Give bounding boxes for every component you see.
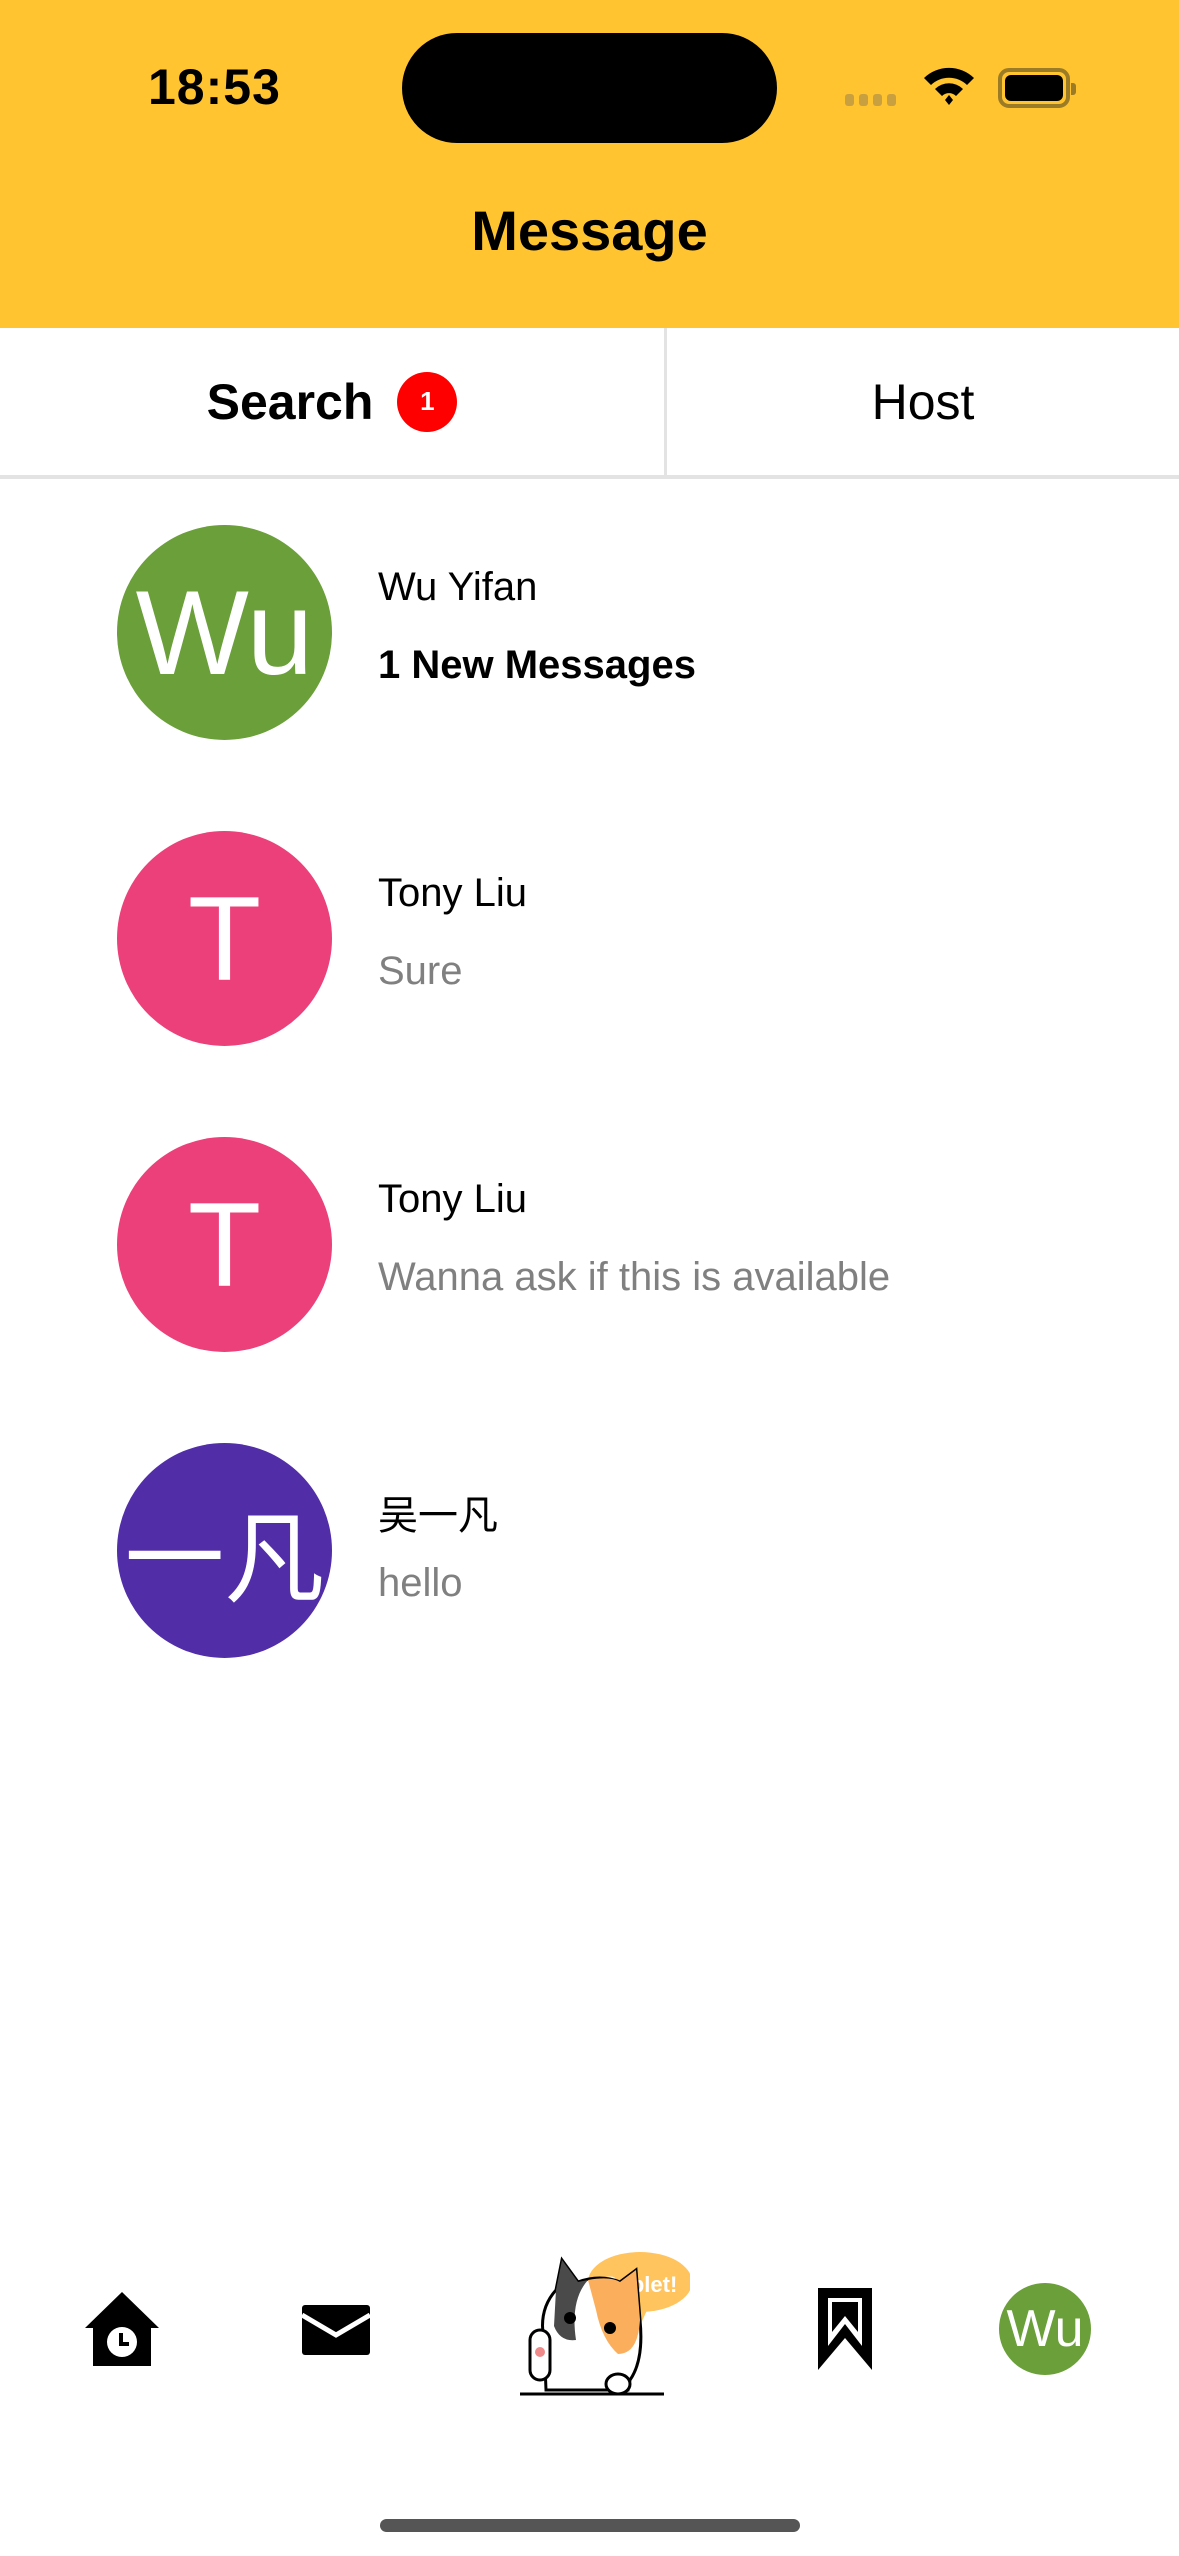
conversation-item[interactable]: T Tony Liu Wanna ask if this is availabl… xyxy=(0,1137,1179,1377)
bottom-nav: Sublet! Wu xyxy=(0,2220,1179,2440)
tab-bar: Search 1 Host xyxy=(0,328,1179,479)
page-title: Message xyxy=(471,199,708,262)
tab-label: Search xyxy=(206,373,374,430)
wifi-icon xyxy=(924,67,974,105)
avatar: Wu xyxy=(117,525,332,740)
avatar: T xyxy=(117,831,332,1046)
sublet-cat-logo[interactable]: Sublet! xyxy=(510,2230,692,2415)
header: 18:53 Message xyxy=(0,0,1179,328)
conversation-item[interactable]: 一凡 吴一凡 hello xyxy=(0,1443,1179,1683)
dynamic-island xyxy=(402,33,777,143)
contact-name: Tony Liu xyxy=(378,871,527,915)
cellular-signal-icon xyxy=(845,94,896,106)
conversation-item[interactable]: T Tony Liu Sure xyxy=(0,831,1179,1071)
conversation-item[interactable]: Wu Wu Yifan 1 New Messages xyxy=(0,525,1179,765)
avatar: 一凡 xyxy=(117,1443,332,1658)
battery-icon xyxy=(998,68,1076,108)
home-icon[interactable] xyxy=(83,2290,161,2373)
mail-icon[interactable] xyxy=(300,2305,372,2360)
message-preview: Wanna ask if this is available xyxy=(378,1255,891,1299)
profile-avatar[interactable]: Wu xyxy=(999,2283,1091,2375)
contact-name: 吴一凡 xyxy=(378,1494,498,1538)
contact-name: Wu Yifan xyxy=(378,565,538,609)
tab-search[interactable]: Search 1 xyxy=(0,328,667,475)
tab-label: Host xyxy=(871,373,975,430)
unread-badge: 1 xyxy=(397,371,458,432)
home-indicator[interactable] xyxy=(380,2519,800,2532)
message-preview: hello xyxy=(378,1561,463,1605)
contact-name: Tony Liu xyxy=(378,1177,527,1221)
message-preview: Sure xyxy=(378,949,463,993)
message-preview: 1 New Messages xyxy=(378,643,696,687)
avatar: T xyxy=(117,1137,332,1352)
tab-host[interactable]: Host xyxy=(667,328,1179,475)
bookmark-icon[interactable] xyxy=(818,2288,872,2375)
status-time: 18:53 xyxy=(148,59,281,115)
